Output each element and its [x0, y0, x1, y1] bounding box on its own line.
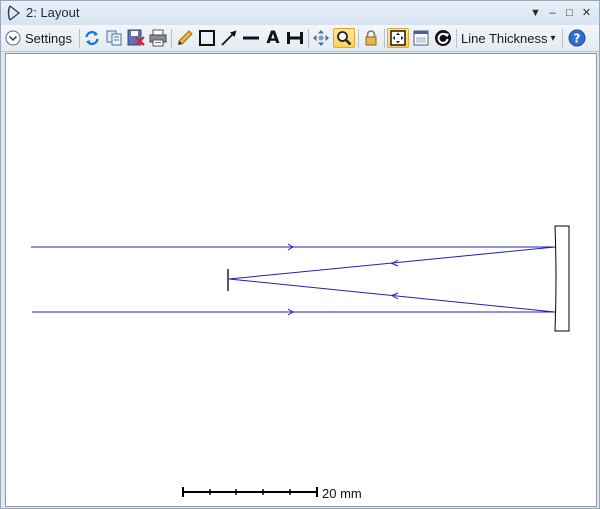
- toolbar-separator: [79, 29, 80, 48]
- maximize-button[interactable]: □: [561, 4, 578, 21]
- toolbar-separator: [384, 29, 385, 48]
- toolbar-separator: [456, 29, 457, 48]
- zoom-icon: [337, 31, 352, 46]
- zoom-tool[interactable]: [333, 28, 355, 48]
- rotate-icon: [435, 30, 451, 46]
- window-icon: [413, 30, 429, 46]
- layout-window: 2: Layout ▼ – □ ✕ Settings A Line Thickn…: [0, 0, 600, 509]
- copy-button[interactable]: [104, 28, 124, 48]
- close-button[interactable]: ✕: [578, 4, 595, 21]
- rectangle-tool[interactable]: [197, 28, 217, 48]
- primary-mirror: [554, 225, 570, 332]
- svg-text:?: ?: [574, 32, 581, 46]
- pan-icon: [313, 30, 329, 46]
- window-title: 2: Layout: [26, 5, 80, 20]
- toolbar-separator: [308, 29, 309, 48]
- help-button[interactable]: ?: [567, 28, 587, 48]
- settings-button[interactable]: Settings: [5, 28, 77, 48]
- pencil-icon: [178, 30, 193, 45]
- dimension-tool[interactable]: [285, 28, 305, 48]
- layout-drawing: [31, 225, 570, 497]
- lock-button[interactable]: [361, 28, 381, 48]
- window-menu-button[interactable]: ▼: [527, 4, 544, 21]
- line-thickness-dropdown[interactable]: Line Thickness ▾: [461, 28, 559, 48]
- save-icon: [127, 29, 145, 46]
- toolbar-separator: [171, 29, 172, 48]
- layout-canvas[interactable]: 20 mm: [5, 53, 597, 507]
- refresh-button[interactable]: [82, 28, 102, 48]
- lock-icon: [365, 30, 377, 46]
- copy-icon: [106, 30, 122, 46]
- rectangle-icon: [199, 30, 215, 46]
- window-controls: ▼ – □ ✕: [527, 4, 595, 21]
- title-bar: 2: Layout ▼ – □ ✕: [1, 1, 599, 25]
- fit-view-icon: [390, 30, 406, 46]
- line-tool[interactable]: [241, 28, 261, 48]
- toolbar-separator: [562, 29, 563, 48]
- scale-bar-label: 20 mm: [322, 486, 362, 501]
- arrow-tool[interactable]: [219, 28, 239, 48]
- text-tool[interactable]: A: [263, 28, 283, 48]
- rotate-button[interactable]: [433, 28, 453, 48]
- dimension-icon: [287, 32, 303, 44]
- print-icon: [149, 29, 167, 47]
- pan-tool[interactable]: [311, 28, 331, 48]
- text-icon: A: [266, 28, 280, 48]
- dropdown-arrow-icon: ▾: [550, 32, 556, 44]
- line-icon: [243, 36, 259, 40]
- toolbar-separator: [358, 29, 359, 48]
- save-button[interactable]: [126, 28, 146, 48]
- settings-label: Settings: [25, 30, 72, 46]
- pencil-tool[interactable]: [175, 28, 195, 48]
- scale-bar: [182, 487, 318, 497]
- window-button[interactable]: [411, 28, 431, 48]
- line-thickness-label: Line Thickness: [461, 30, 548, 46]
- refresh-icon: [85, 30, 99, 46]
- help-icon: ?: [568, 29, 586, 47]
- minimize-button[interactable]: –: [544, 4, 561, 21]
- chevron-down-icon: [5, 30, 21, 46]
- fit-view-button[interactable]: [387, 28, 409, 48]
- lens-app-icon: [7, 5, 20, 21]
- arrow-line-icon: [221, 30, 237, 46]
- print-button[interactable]: [148, 28, 168, 48]
- toolbar: Settings A Line Thickness ▾ ?: [1, 25, 599, 52]
